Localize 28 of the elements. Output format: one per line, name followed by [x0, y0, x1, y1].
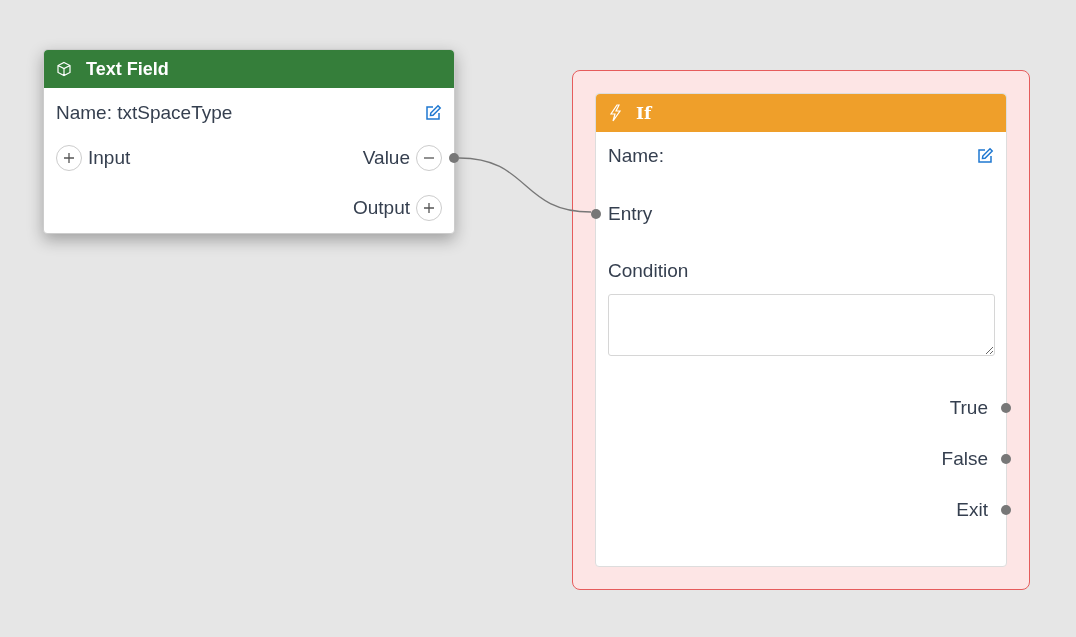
port-label: Entry: [608, 203, 653, 225]
cube-icon: [56, 61, 72, 77]
node-name: Name:: [608, 145, 664, 167]
port-dot[interactable]: [1001, 454, 1011, 464]
port-label: Output: [352, 197, 410, 219]
port-label: False: [941, 448, 988, 470]
port-label: True: [949, 397, 988, 419]
port-dot[interactable]: [1001, 505, 1011, 515]
plus-icon: [63, 152, 75, 164]
minus-button[interactable]: [416, 145, 442, 171]
port-label: Exit: [956, 499, 988, 521]
plus-icon: [423, 202, 435, 214]
lightning-icon: [608, 104, 622, 122]
port-dot[interactable]: [591, 209, 601, 219]
node-header[interactable]: Text Field: [44, 50, 454, 88]
node-title: If: [636, 103, 652, 123]
plus-button[interactable]: [56, 145, 82, 171]
node-title: Text Field: [86, 58, 169, 80]
condition-field[interactable]: [608, 294, 995, 356]
plus-button[interactable]: [416, 195, 442, 221]
port-dot[interactable]: [1001, 403, 1011, 413]
port-dot[interactable]: [449, 153, 459, 163]
port-label: Value: [362, 147, 410, 169]
edit-icon[interactable]: [424, 104, 442, 122]
field-label: Condition: [608, 260, 689, 282]
edit-icon[interactable]: [976, 147, 994, 165]
port-label: Input: [88, 147, 131, 169]
node-name: Name: txtSpaceType: [56, 102, 233, 124]
